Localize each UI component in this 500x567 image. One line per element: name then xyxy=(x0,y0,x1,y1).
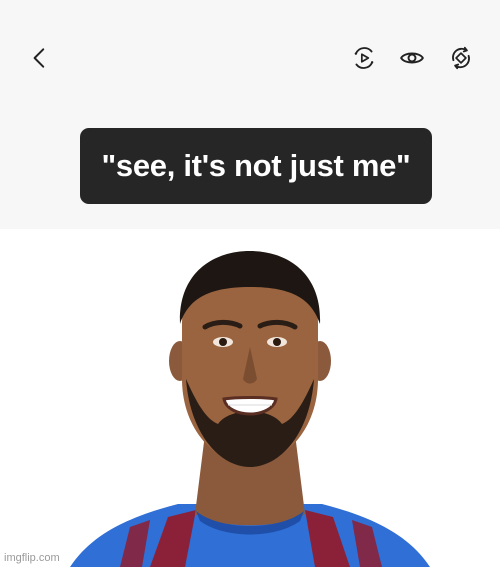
caption-text: "see, it's not just me" xyxy=(101,148,411,183)
play-circle-icon xyxy=(354,47,374,69)
eye-icon xyxy=(400,52,424,64)
rotate-icon xyxy=(452,46,470,70)
back-button[interactable] xyxy=(22,40,58,76)
player-photo xyxy=(70,251,430,567)
rotate-button[interactable] xyxy=(443,40,479,76)
watermark: imgflip.com xyxy=(4,552,60,564)
top-panel: "see, it's not just me" xyxy=(0,0,500,229)
play-button[interactable] xyxy=(346,40,382,76)
photo-area: imgflip.com xyxy=(0,229,500,567)
caption-bubble: "see, it's not just me" xyxy=(80,128,432,204)
eye-button[interactable] xyxy=(394,40,430,76)
chevron-left-icon xyxy=(33,48,45,68)
